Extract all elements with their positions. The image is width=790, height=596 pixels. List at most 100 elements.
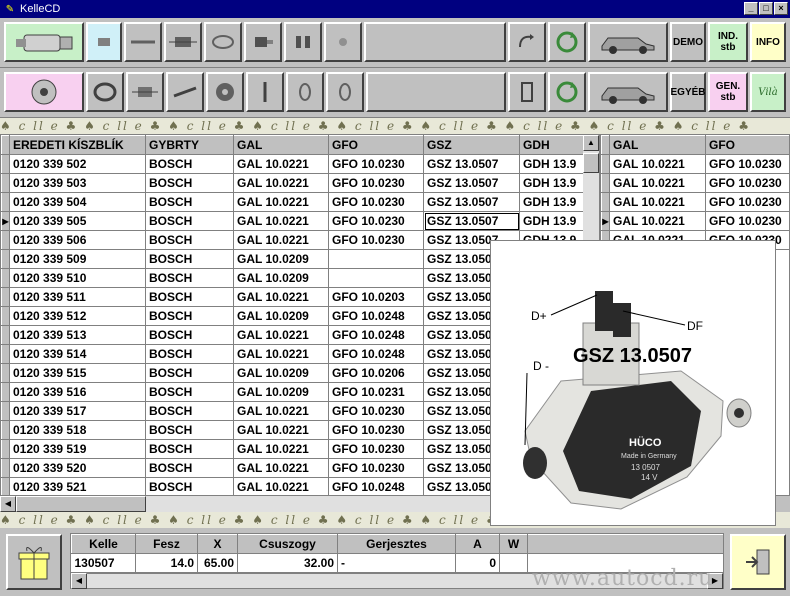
pin-button[interactable]	[246, 72, 284, 112]
table-cell[interactable]: BOSCH	[145, 173, 234, 193]
table-cell[interactable]: 0120 339 520	[9, 458, 146, 478]
table-cell[interactable]: 0120 339 502	[9, 154, 146, 174]
regulator-button[interactable]	[508, 72, 546, 112]
stator-button[interactable]	[86, 72, 124, 112]
column-header[interactable]: GYBRTY	[145, 135, 234, 155]
table-row[interactable]: ▶ 0120 339 505 BOSCH GAL 10.0221 GFO 10.0230…	[1, 211, 586, 231]
info-button[interactable]: INFO	[750, 22, 786, 62]
table-cell[interactable]: BOSCH	[145, 344, 234, 364]
column-header[interactable]: GFO	[705, 135, 789, 155]
table-cell[interactable]: BOSCH	[145, 325, 234, 345]
rotor-button[interactable]	[126, 72, 164, 112]
table-cell[interactable]: GDH 13.9	[519, 211, 586, 231]
table-cell[interactable]: GFO 10.0230	[328, 401, 424, 421]
table-cell[interactable]: GAL 10.0209	[233, 249, 329, 269]
table-cell[interactable]: GAL 10.0221	[233, 325, 329, 345]
table-cell[interactable]: 0120 339 513	[9, 325, 146, 345]
rectifier-button[interactable]	[206, 72, 244, 112]
scroll-thumb[interactable]	[583, 153, 599, 173]
armature-button[interactable]	[164, 22, 202, 62]
table-cell[interactable]: GFO 10.0230	[328, 458, 424, 478]
table-cell[interactable]: GAL 10.0209	[233, 306, 329, 326]
table-cell[interactable]: 0120 339 505	[9, 211, 146, 231]
table-row[interactable]: GAL 10.0221GFO 10.0230	[601, 192, 789, 212]
exit-button[interactable]	[730, 534, 786, 590]
table-cell[interactable]: GFO 10.0230	[328, 173, 424, 193]
table-cell[interactable]: GAL 10.0221	[233, 230, 329, 250]
scroll-up-button[interactable]: ▲	[583, 135, 599, 151]
table-cell[interactable]: 0120 339 510	[9, 268, 146, 288]
table-cell[interactable]: GAL 10.0221	[609, 211, 706, 231]
table-cell[interactable]: BOSCH	[145, 420, 234, 440]
starter-motor-button[interactable]	[4, 22, 84, 62]
table-cell[interactable]: GAL 10.0221	[233, 439, 329, 459]
table-cell[interactable]: BOSCH	[145, 477, 234, 495]
column-header[interactable]: GAL	[609, 135, 706, 155]
table-cell[interactable]: GAL 10.0221	[609, 154, 706, 174]
close-button[interactable]: ×	[774, 2, 788, 15]
table-cell[interactable]: BOSCH	[145, 192, 234, 212]
table-cell[interactable]: GFO 10.0230	[705, 154, 789, 174]
detail-cell[interactable]: 65.00	[197, 553, 238, 572]
table-cell[interactable]: 0120 339 506	[9, 230, 146, 250]
table-cell[interactable]: BOSCH	[145, 287, 234, 307]
bearing-button[interactable]	[286, 72, 324, 112]
table-cell[interactable]: GFO 10.0230	[705, 192, 789, 212]
table-cell[interactable]: GAL 10.0209	[233, 382, 329, 402]
detail-cell[interactable]: 0	[455, 553, 500, 572]
table-cell[interactable]: 0120 339 518	[9, 420, 146, 440]
detail-cell[interactable]	[499, 553, 528, 572]
table-cell[interactable]: GSZ 13.0507	[423, 211, 520, 231]
table-cell[interactable]: BOSCH	[145, 268, 234, 288]
table-cell[interactable]: GFO 10.0248	[328, 477, 424, 495]
gen-stb-button[interactable]: GEN. stb	[708, 72, 748, 112]
detail-cell[interactable]: 130507	[71, 553, 136, 572]
table-row[interactable]: 0120 339 504 BOSCH GAL 10.0221 GFO 10.0230 G…	[1, 192, 586, 212]
bushing-button[interactable]	[324, 22, 362, 62]
horizontal-scroll-thumb[interactable]	[16, 496, 146, 512]
table-cell[interactable]: GAL 10.0209	[233, 363, 329, 383]
table-cell[interactable]: GFO 10.0230	[328, 439, 424, 459]
detail-cell[interactable]: 32.00	[237, 553, 338, 572]
column-header[interactable]: GDH	[519, 135, 586, 155]
diode-button[interactable]	[166, 72, 204, 112]
refresh2-button[interactable]	[548, 72, 586, 112]
table-cell[interactable]: GFO 10.0230	[328, 154, 424, 174]
table-cell[interactable]	[328, 268, 424, 288]
table-cell[interactable]: GFO 10.0230	[328, 192, 424, 212]
table-row[interactable]: GAL 10.0221GFO 10.0230	[601, 173, 789, 193]
brand-button[interactable]: Vilà	[750, 72, 786, 112]
table-cell[interactable]: GSZ 13.0507	[423, 192, 520, 212]
table-cell[interactable]: GFO 10.0230	[705, 211, 789, 231]
table-cell[interactable]: GAL 10.0221	[233, 401, 329, 421]
detail-cell[interactable]: -	[337, 553, 456, 572]
table-cell[interactable]: 0120 339 521	[9, 477, 146, 495]
table-row[interactable]: GAL 10.0221GFO 10.0230	[601, 154, 789, 174]
ind-stb-button[interactable]: IND. stb	[708, 22, 748, 62]
column-header[interactable]: GSZ	[423, 135, 520, 155]
table-cell[interactable]: BOSCH	[145, 439, 234, 459]
table-cell[interactable]: GAL 10.0221	[233, 287, 329, 307]
table-cell[interactable]: GAL 10.0221	[609, 173, 706, 193]
table-cell[interactable]: GFO 10.0203	[328, 287, 424, 307]
table-cell[interactable]: GFO 10.0230	[705, 173, 789, 193]
table-cell[interactable]: GFO 10.0230	[328, 211, 424, 231]
car-button[interactable]	[588, 22, 668, 62]
table-cell[interactable]: GAL 10.0221	[233, 173, 329, 193]
table-cell[interactable]: BOSCH	[145, 382, 234, 402]
bushing2-button[interactable]	[326, 72, 364, 112]
shaft-button[interactable]	[124, 22, 162, 62]
table-cell[interactable]: 0120 339 519	[9, 439, 146, 459]
demo-button[interactable]: DEMO	[670, 22, 706, 62]
table-cell[interactable]: GAL 10.0221	[233, 154, 329, 174]
table-row[interactable]: 0120 339 502 BOSCH GAL 10.0221 GFO 10.0230 G…	[1, 154, 586, 174]
table-cell[interactable]: 0120 339 511	[9, 287, 146, 307]
table-cell[interactable]: GAL 10.0221	[233, 420, 329, 440]
column-header[interactable]: EREDETI KÍSZBLÍK	[9, 135, 146, 155]
detail-cell[interactable]: 14.0	[135, 553, 198, 572]
field-coil-button[interactable]	[204, 22, 242, 62]
table-cell[interactable]: BOSCH	[145, 154, 234, 174]
gift-button[interactable]	[6, 534, 62, 590]
table-cell[interactable]: 0120 339 517	[9, 401, 146, 421]
table-cell[interactable]: GAL 10.0221	[233, 211, 329, 231]
